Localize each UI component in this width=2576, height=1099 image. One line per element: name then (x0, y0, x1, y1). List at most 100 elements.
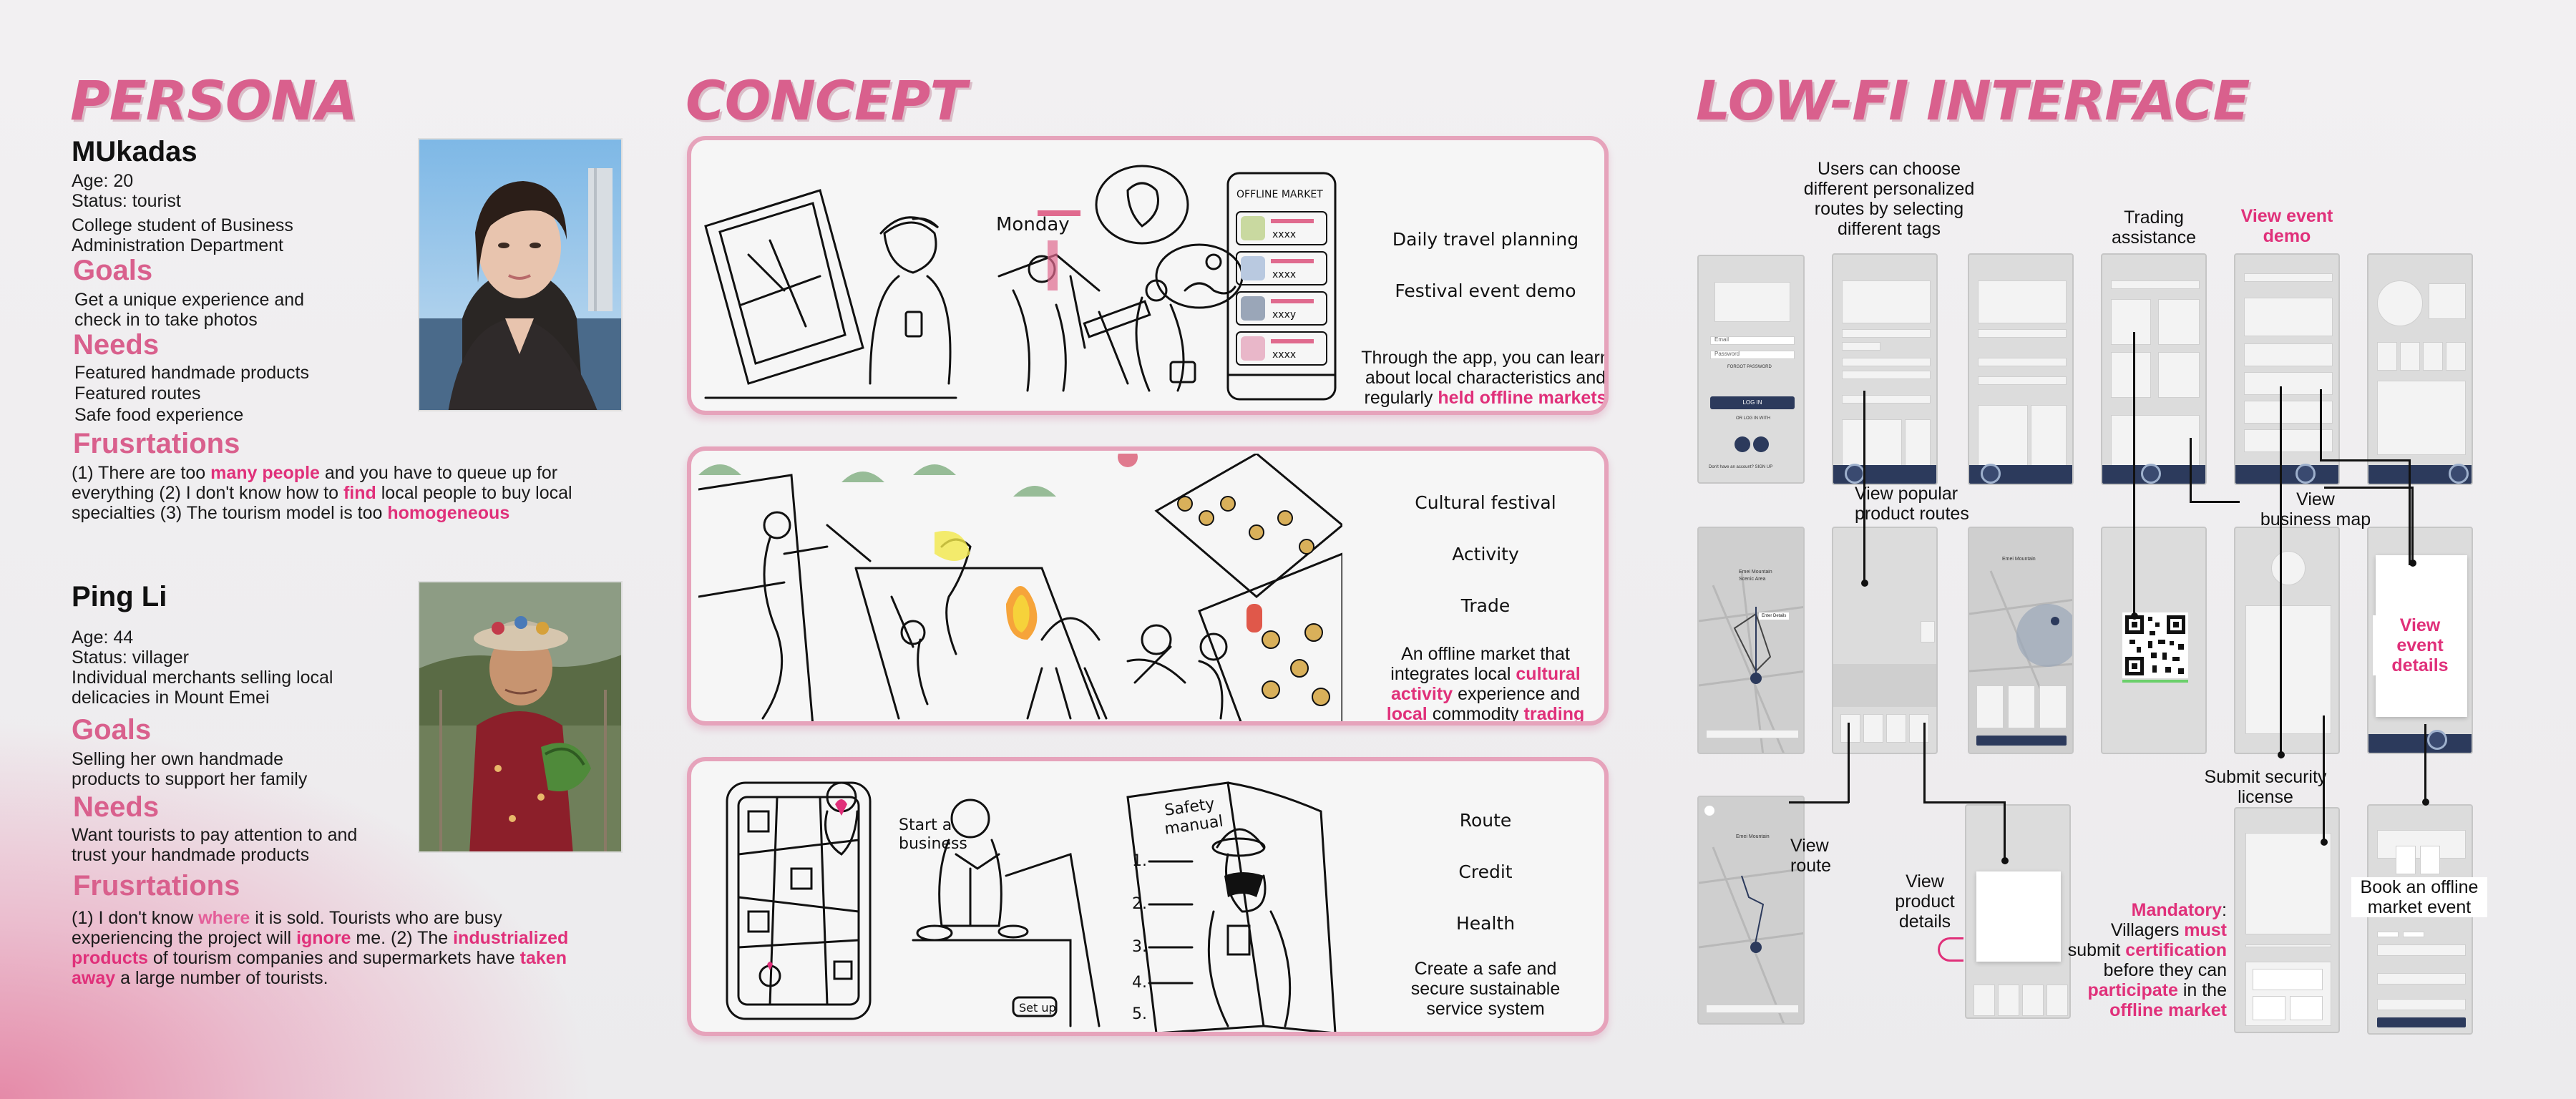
fab-button[interactable] (1845, 464, 1865, 484)
persona2-goals-title: Goals (72, 714, 152, 746)
svg-text:5.: 5. (1132, 1005, 1147, 1023)
svg-text:xxxy: xxxy (1272, 309, 1296, 321)
persona1-frustrations-line-3: specialties (3) The tourism model is too… (72, 503, 510, 523)
fab-button[interactable] (1981, 464, 2001, 484)
persona1-needs-title: Needs (73, 329, 160, 361)
persona1-needs-3: Safe food experience (74, 405, 244, 425)
concept-sketch-festival (698, 454, 1342, 721)
wireframe-route-map: Emei Mountain (1697, 796, 1805, 1025)
svg-text:xxxx: xxxx (1272, 269, 1296, 280)
svg-text:xxxx: xxxx (1272, 229, 1296, 240)
persona1-frustrations-line-2: everything (2) I don't know how to find … (72, 483, 572, 503)
wireframe-tags-home (1832, 253, 1938, 485)
persona1-name: MUkadas (72, 136, 197, 167)
svg-text:1.: 1. (1132, 852, 1147, 870)
persona1-goals-title: Goals (73, 255, 153, 286)
login-signup-link[interactable]: Don't have an account? SIGN UP (1709, 465, 1772, 469)
lowfi-title: LOW-FI INTERFACE (1696, 69, 2250, 132)
login-email-label: Email (1714, 336, 1729, 343)
persona2-frustrations-line-1: (1) I don't know where it is sold. Touri… (72, 908, 502, 928)
card1-keyword-2: Festival event demo (1395, 280, 1576, 301)
social-login-icon[interactable] (1735, 436, 1750, 452)
persona1-status: Status: tourist (72, 191, 181, 211)
persona1-goals-2: check in to take photos (74, 310, 258, 330)
wireframe-event-demo (2234, 253, 2340, 485)
persona1-frustrations-line-1: (1) There are too many people and you ha… (72, 463, 558, 483)
wireframe-qr-code (2101, 527, 2207, 754)
card3-desc-3: service system (1426, 999, 1545, 1019)
card3-desc-1: Create a safe and (1414, 959, 1557, 979)
concept-card-service: Start a business Safety manual Set up 1.… (687, 757, 1609, 1036)
card2-desc-3: activity experience and (1390, 684, 1581, 704)
svg-text:2.: 2. (1132, 895, 1147, 913)
map-details-button[interactable]: Enter Details (1759, 612, 1790, 620)
persona2-goals-2: products to support her family (72, 769, 308, 789)
persona2-photo (418, 581, 623, 853)
persona1-photo (418, 138, 623, 411)
fab-button[interactable] (2449, 464, 2469, 484)
social-login-icon[interactable] (1753, 436, 1769, 452)
card3-keyword-1: Route (1459, 810, 1512, 831)
persona1-age: Age: 20 (72, 171, 134, 191)
annotation-trading: Trading assistance (2111, 207, 2197, 248)
fab-button[interactable] (2141, 464, 2161, 484)
login-or-text: OR LOG IN WITH (1736, 416, 1770, 421)
svg-text:xxxx: xxxx (1272, 349, 1296, 361)
map-place-name: Emei Mountain (1739, 570, 1772, 575)
bottom-navbar[interactable] (2368, 734, 2472, 753)
card3-keyword-3: Health (1455, 913, 1516, 934)
persona1-occupation-2: Administration Department (72, 235, 283, 255)
concept-card-planning: Monday OFFLINE MARKET xxxx xxxx xxxy xxx… (687, 136, 1609, 415)
persona2-needs-title: Needs (73, 791, 160, 823)
wireframe-book-event (2367, 804, 2473, 1035)
bottom-navbar[interactable] (2235, 465, 2338, 484)
card1-desc-2: about local characteristics and (1365, 368, 1606, 388)
persona2-needs-1: Want tourists to pay attention to and (72, 825, 358, 845)
wireframe-profile (2367, 253, 2473, 485)
persona2-occupation-2: delicacies in Mount Emei (72, 688, 270, 708)
card1-keyword-1: Daily travel planning (1392, 229, 1579, 250)
persona1-goals-1: Get a unique experience and (74, 290, 305, 310)
annotation-event-details: View event details (2373, 615, 2467, 675)
annotation-mandatory: Mandatory: Villagers must submit certifi… (2067, 900, 2227, 1020)
qr-code (2122, 612, 2188, 678)
annotation-event-demo: View event demo (2240, 206, 2333, 246)
card2-keyword-3: Trade (1460, 595, 1511, 616)
persona2-occupation-1: Individual merchants selling local (72, 668, 333, 688)
sketch-monday-label: Monday (996, 214, 1070, 235)
map-place-sub: Scenic Area (1739, 577, 1766, 582)
card3-keyword-2: Credit (1458, 861, 1513, 882)
sketch-phone-list: xxxx xxxx xxxy xxxx (1236, 211, 1327, 366)
wireframe-map-1: Emei Mountain Scenic Area Enter Details (1697, 527, 1805, 754)
wireframe-popular (1832, 527, 1938, 754)
sketch-setup-label: Set up (1019, 1001, 1056, 1015)
svg-text:4.: 4. (1132, 974, 1147, 992)
annotation-book-event: Book an offline market event (2351, 877, 2487, 917)
sketch-business-label-1: Start a (899, 816, 952, 834)
fab-button[interactable] (2427, 730, 2447, 750)
svg-text:3.: 3. (1132, 938, 1147, 956)
wireframe-product-details (1965, 804, 2071, 1019)
annotation-popular-routes: View popular product routes (1855, 484, 1969, 524)
card2-desc-2: integrates local cultural (1390, 664, 1581, 684)
card2-desc-4: local commodity trading (1386, 704, 1585, 724)
concept-title: CONCEPT (686, 69, 967, 132)
persona1-needs-2: Featured routes (74, 384, 201, 404)
persona1-frustrations-title: Frusrtations (73, 428, 240, 459)
card2-keyword-1: Cultural festival (1415, 492, 1556, 513)
wireframe-login: Email Password FORGOT PASSWORD LOG IN OR… (1697, 255, 1805, 484)
persona1-occupation-1: College student of Business (72, 215, 293, 235)
card2-keyword-2: Activity (1452, 544, 1519, 565)
fab-button[interactable] (2296, 464, 2316, 484)
wireframe-map-2: Emei Mountain (1968, 527, 2074, 754)
sketch-phone-title: OFFLINE MARKET (1236, 189, 1323, 200)
concept-sketch-planning: Monday OFFLINE MARKET xxxx xxxx xxxy xxx… (704, 165, 1337, 401)
login-forgot-link[interactable]: FORGOT PASSWORD (1727, 365, 1772, 369)
login-password-label: Password (1714, 351, 1740, 357)
concept-sketch-service: Start a business Safety manual Set up 1.… (726, 781, 1337, 1032)
map-place-name: Emei Mountain (1736, 834, 1770, 839)
persona2-status: Status: villager (72, 648, 189, 668)
card3-desc-2: secure sustainable (1410, 979, 1561, 999)
annotation-product-details: View product details (1895, 871, 1955, 932)
login-button[interactable]: LOG IN (1710, 396, 1795, 409)
